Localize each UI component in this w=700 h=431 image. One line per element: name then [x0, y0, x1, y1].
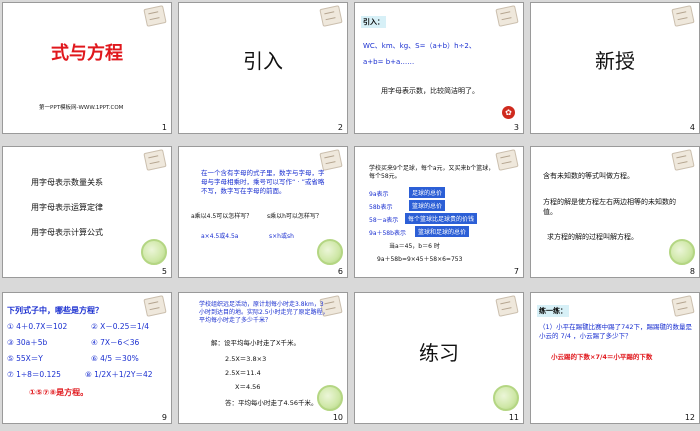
equation-item: ③ 30a＋5b — [7, 338, 48, 347]
slide-number: 7 — [513, 267, 519, 276]
slide-number: 11 — [508, 413, 519, 422]
slide-number: 1 — [161, 123, 167, 132]
solution-line: 2.5X＝11.4 — [225, 369, 261, 377]
equation-item: ⑦ 1÷8＝0.125 — [7, 370, 61, 379]
slide-calc: 9a＋58b=9×45＋58×6=753 — [377, 256, 463, 263]
slide-title: 新授 — [595, 49, 635, 73]
equation-item: ① 4＋0.7X＝102 — [7, 322, 68, 331]
seal-icon: ✿ — [502, 106, 515, 119]
swirl-icon — [317, 239, 343, 265]
meaning-box: 篮球的总价 — [409, 200, 446, 211]
slide-number: 10 — [332, 413, 343, 422]
slide-list-item: 用字母表示运算定律 — [31, 203, 103, 212]
slide-number: 6 — [337, 267, 343, 276]
slide-list-item: 用字母表示计算公式 — [31, 228, 103, 237]
slide-thumbnail-10[interactable]: 学校组织远足活动，原计划每小时走3.8km，3小时到达目的地。实际2.5小时走完… — [178, 292, 348, 424]
equation-item: ⑧ 1/2X＋1/2Y＝42 — [85, 370, 153, 379]
slide-title: 式与方程 — [51, 43, 123, 64]
slide-thumbnail-12[interactable]: 练一练： （1）小平在踢毽比赛中踢了742下，踢踢毽的数量是小云的 7/4 ，小… — [530, 292, 700, 424]
slide-equation: 小云踢的下数×7/4＝小平踢的下数 — [551, 353, 653, 361]
meaning-box: 篮球和足球的总价 — [415, 226, 470, 237]
slide-thumbnail-1[interactable]: 式与方程 第一PPT模板网-WWW.1PPT.COM 1 — [2, 2, 172, 134]
stamp-icon — [143, 5, 167, 27]
swirl-icon — [141, 239, 167, 265]
equation-item: ④ 7X－6＜36 — [91, 338, 140, 347]
expr-row: 9a＋58b表示 — [369, 230, 406, 237]
slide-given: 当a＝45，b＝6 时 — [389, 243, 440, 250]
slide-text: WC、km、kg、S=（a+b）h÷2、 — [363, 42, 476, 50]
slide-number: 5 — [161, 267, 167, 276]
slide-question: 下列式子中，哪些是方程？ — [7, 306, 103, 315]
slide-thumbnail-6[interactable]: 在一个含有字母的式子里，数字与字母，字母与字母相乘时，乘号可以写作“ · ”或省… — [178, 146, 348, 278]
slide-thumbnail-4[interactable]: 新授 4 — [530, 2, 700, 134]
stamp-icon — [495, 149, 519, 171]
slide-number: 8 — [689, 267, 695, 276]
slide-definition: 求方程的解的过程叫解方程。 — [547, 233, 638, 241]
stamp-icon — [671, 295, 695, 317]
slide-thumbnail-11[interactable]: 练习 11 — [354, 292, 524, 424]
slide-heading: 练一练： — [537, 305, 569, 317]
slide-number: 3 — [513, 123, 519, 132]
slide-intro: 学校买来9个足球，每个a元，又买来b个篮球，每个58元。 — [369, 165, 495, 180]
slide-number: 2 — [337, 123, 343, 132]
meaning-box: 每个篮球比足球贵的价钱 — [405, 213, 478, 224]
slide-caption: 用字母表示数，比较简洁明了。 — [381, 87, 479, 95]
expr-row: 58－a表示 — [369, 217, 399, 224]
equation-item: ⑥ 4/5 ＝30% — [91, 354, 139, 363]
slide-thumbnail-8[interactable]: 含有未知数的等式叫做方程。 方程的解是使方程左右两边相等的未知数的值。 求方程的… — [530, 146, 700, 278]
solution-answer: 答：平均每小时走了4.56千米。 — [225, 399, 318, 407]
slide-answer: a×4.5或4.5a — [201, 233, 239, 240]
equation-item: ② X－0.25＝1/4 — [91, 322, 150, 331]
slide-thumbnail-7[interactable]: 学校买来9个足球，每个a元，又买来b个篮球，每个58元。 9a表示 足球的总价 … — [354, 146, 524, 278]
slide-text: a+b= b+a…… — [363, 58, 415, 66]
slide-answer: ①⑤⑦⑧是方程。 — [29, 388, 89, 397]
slide-title: 引入 — [243, 49, 283, 73]
solution-line: 2.5X＝3.8×3 — [225, 355, 267, 363]
slide-number: 9 — [161, 413, 167, 422]
slide-number: 4 — [689, 123, 695, 132]
stamp-icon — [319, 5, 343, 27]
slide-thumbnail-2[interactable]: 引入 2 — [178, 2, 348, 134]
slide-problem: 学校组织远足活动，原计划每小时走3.8km，3小时到达目的地。实际2.5小时走完… — [199, 301, 329, 324]
slide-question: a乘以4.5可以怎样写？ — [191, 213, 253, 220]
slide-title: 练习 — [419, 341, 459, 365]
slide-definition: 含有未知数的等式叫做方程。 — [543, 172, 634, 180]
solution-line: X＝4.56 — [235, 383, 261, 391]
slide-list-item: 用字母表示数量关系 — [31, 178, 103, 187]
slide-thumbnail-9[interactable]: 下列式子中，哪些是方程？ ① 4＋0.7X＝102 ② X－0.25＝1/4 ③… — [2, 292, 172, 424]
slide-heading: 引入： — [361, 16, 386, 28]
slide-definition: 方程的解是使方程左右两边相等的未知数的值。 — [543, 198, 676, 216]
slide-question: s乘以h可以怎样写？ — [267, 213, 322, 220]
equation-item: ⑤ 55X＝Y — [7, 354, 43, 363]
expr-row: 58b表示 — [369, 204, 393, 211]
swirl-icon — [493, 385, 519, 411]
slide-problem: （1）小平在踢毽比赛中踢了742下，踢踢毽的数量是小云的 7/4 ，小云踢了多少… — [539, 323, 693, 340]
solution-line: 解：设平均每小时走了X千米。 — [211, 339, 300, 347]
stamp-icon — [495, 5, 519, 27]
stamp-icon — [671, 5, 695, 27]
stamp-icon — [143, 295, 167, 317]
slide-thumbnail-3[interactable]: 引入： WC、km、kg、S=（a+b）h÷2、 a+b= b+a…… 用字母表… — [354, 2, 524, 134]
stamp-icon — [671, 149, 695, 171]
stamp-icon — [495, 295, 519, 317]
meaning-box: 足球的总价 — [409, 187, 446, 198]
swirl-icon — [317, 385, 343, 411]
slide-footer: 第一PPT模板网-WWW.1PPT.COM — [39, 105, 124, 111]
slide-thumbnail-5[interactable]: 用字母表示数量关系 用字母表示运算定律 用字母表示计算公式 5 — [2, 146, 172, 278]
stamp-icon — [143, 149, 167, 171]
swirl-icon — [669, 239, 695, 265]
expr-row: 9a表示 — [369, 191, 389, 198]
slide-paragraph: 在一个含有字母的式子里，数字与字母，字母与字母相乘时，乘号可以写作“ · ”或省… — [201, 169, 325, 195]
stamp-icon — [319, 149, 343, 171]
slide-answer: s×h或sh — [269, 233, 294, 240]
slide-number: 12 — [684, 413, 695, 422]
